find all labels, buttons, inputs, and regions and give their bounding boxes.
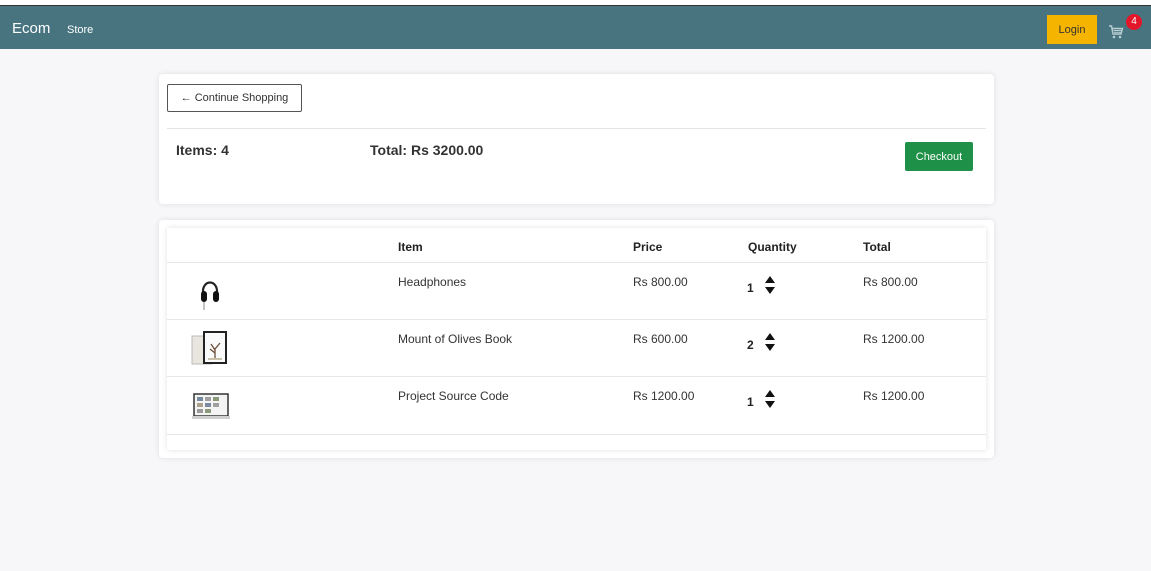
quantity-up-down-icon[interactable]: [764, 389, 776, 409]
item-quantity: 2: [747, 338, 754, 352]
cart-total-label: Total: Rs 3200.00: [370, 142, 484, 158]
summary-divider: [167, 128, 986, 129]
item-price: Rs 800.00: [633, 275, 688, 289]
item-total: Rs 800.00: [863, 275, 918, 289]
item-price: Rs 1200.00: [633, 389, 695, 403]
table-row: Project Source Code Rs 1200.00 1 Rs 1200…: [167, 376, 986, 433]
column-header-total: Total: [863, 240, 891, 254]
cart-items-card: Item Price Quantity Total Headphones Rs …: [159, 220, 994, 458]
nav-link-store[interactable]: Store: [67, 24, 93, 36]
cart-icon[interactable]: [1108, 24, 1124, 40]
headphones-image: [201, 281, 219, 310]
item-total: Rs 1200.00: [863, 332, 925, 346]
column-header-quantity: Quantity: [748, 240, 797, 254]
item-quantity: 1: [747, 395, 754, 409]
table-row: Headphones Rs 800.00 1 Rs 800.00: [167, 262, 986, 319]
cart-count-badge: 4: [1126, 14, 1142, 30]
navbar: Ecom Store Login 4: [0, 5, 1151, 49]
item-price: Rs 600.00: [633, 332, 688, 346]
table-row: Mount of Olives Book Rs 600.00 2 Rs 1200…: [167, 319, 986, 376]
cart-items-table: Item Price Quantity Total Headphones Rs …: [167, 228, 986, 450]
source-code-image: [192, 393, 230, 419]
quantity-up-down-icon[interactable]: [764, 275, 776, 295]
column-header-item: Item: [398, 240, 423, 254]
item-quantity: 1: [747, 281, 754, 295]
item-total: Rs 1200.00: [863, 389, 925, 403]
brand-link[interactable]: Ecom: [12, 20, 50, 37]
item-name: Mount of Olives Book: [398, 332, 513, 346]
table-bottom-divider: [167, 434, 986, 435]
login-button[interactable]: Login: [1047, 15, 1097, 44]
book-image: [191, 331, 227, 365]
item-name: Headphones: [398, 275, 467, 289]
item-name: Project Source Code: [398, 389, 509, 403]
items-count-label: Items: 4: [176, 142, 229, 158]
quantity-up-down-icon[interactable]: [764, 332, 776, 352]
continue-shopping-button[interactable]: ← Continue Shopping: [167, 84, 302, 112]
column-header-price: Price: [633, 240, 663, 254]
checkout-button[interactable]: Checkout: [905, 142, 973, 171]
cart-summary-card: ← Continue Shopping Items: 4 Total: Rs 3…: [159, 74, 994, 204]
